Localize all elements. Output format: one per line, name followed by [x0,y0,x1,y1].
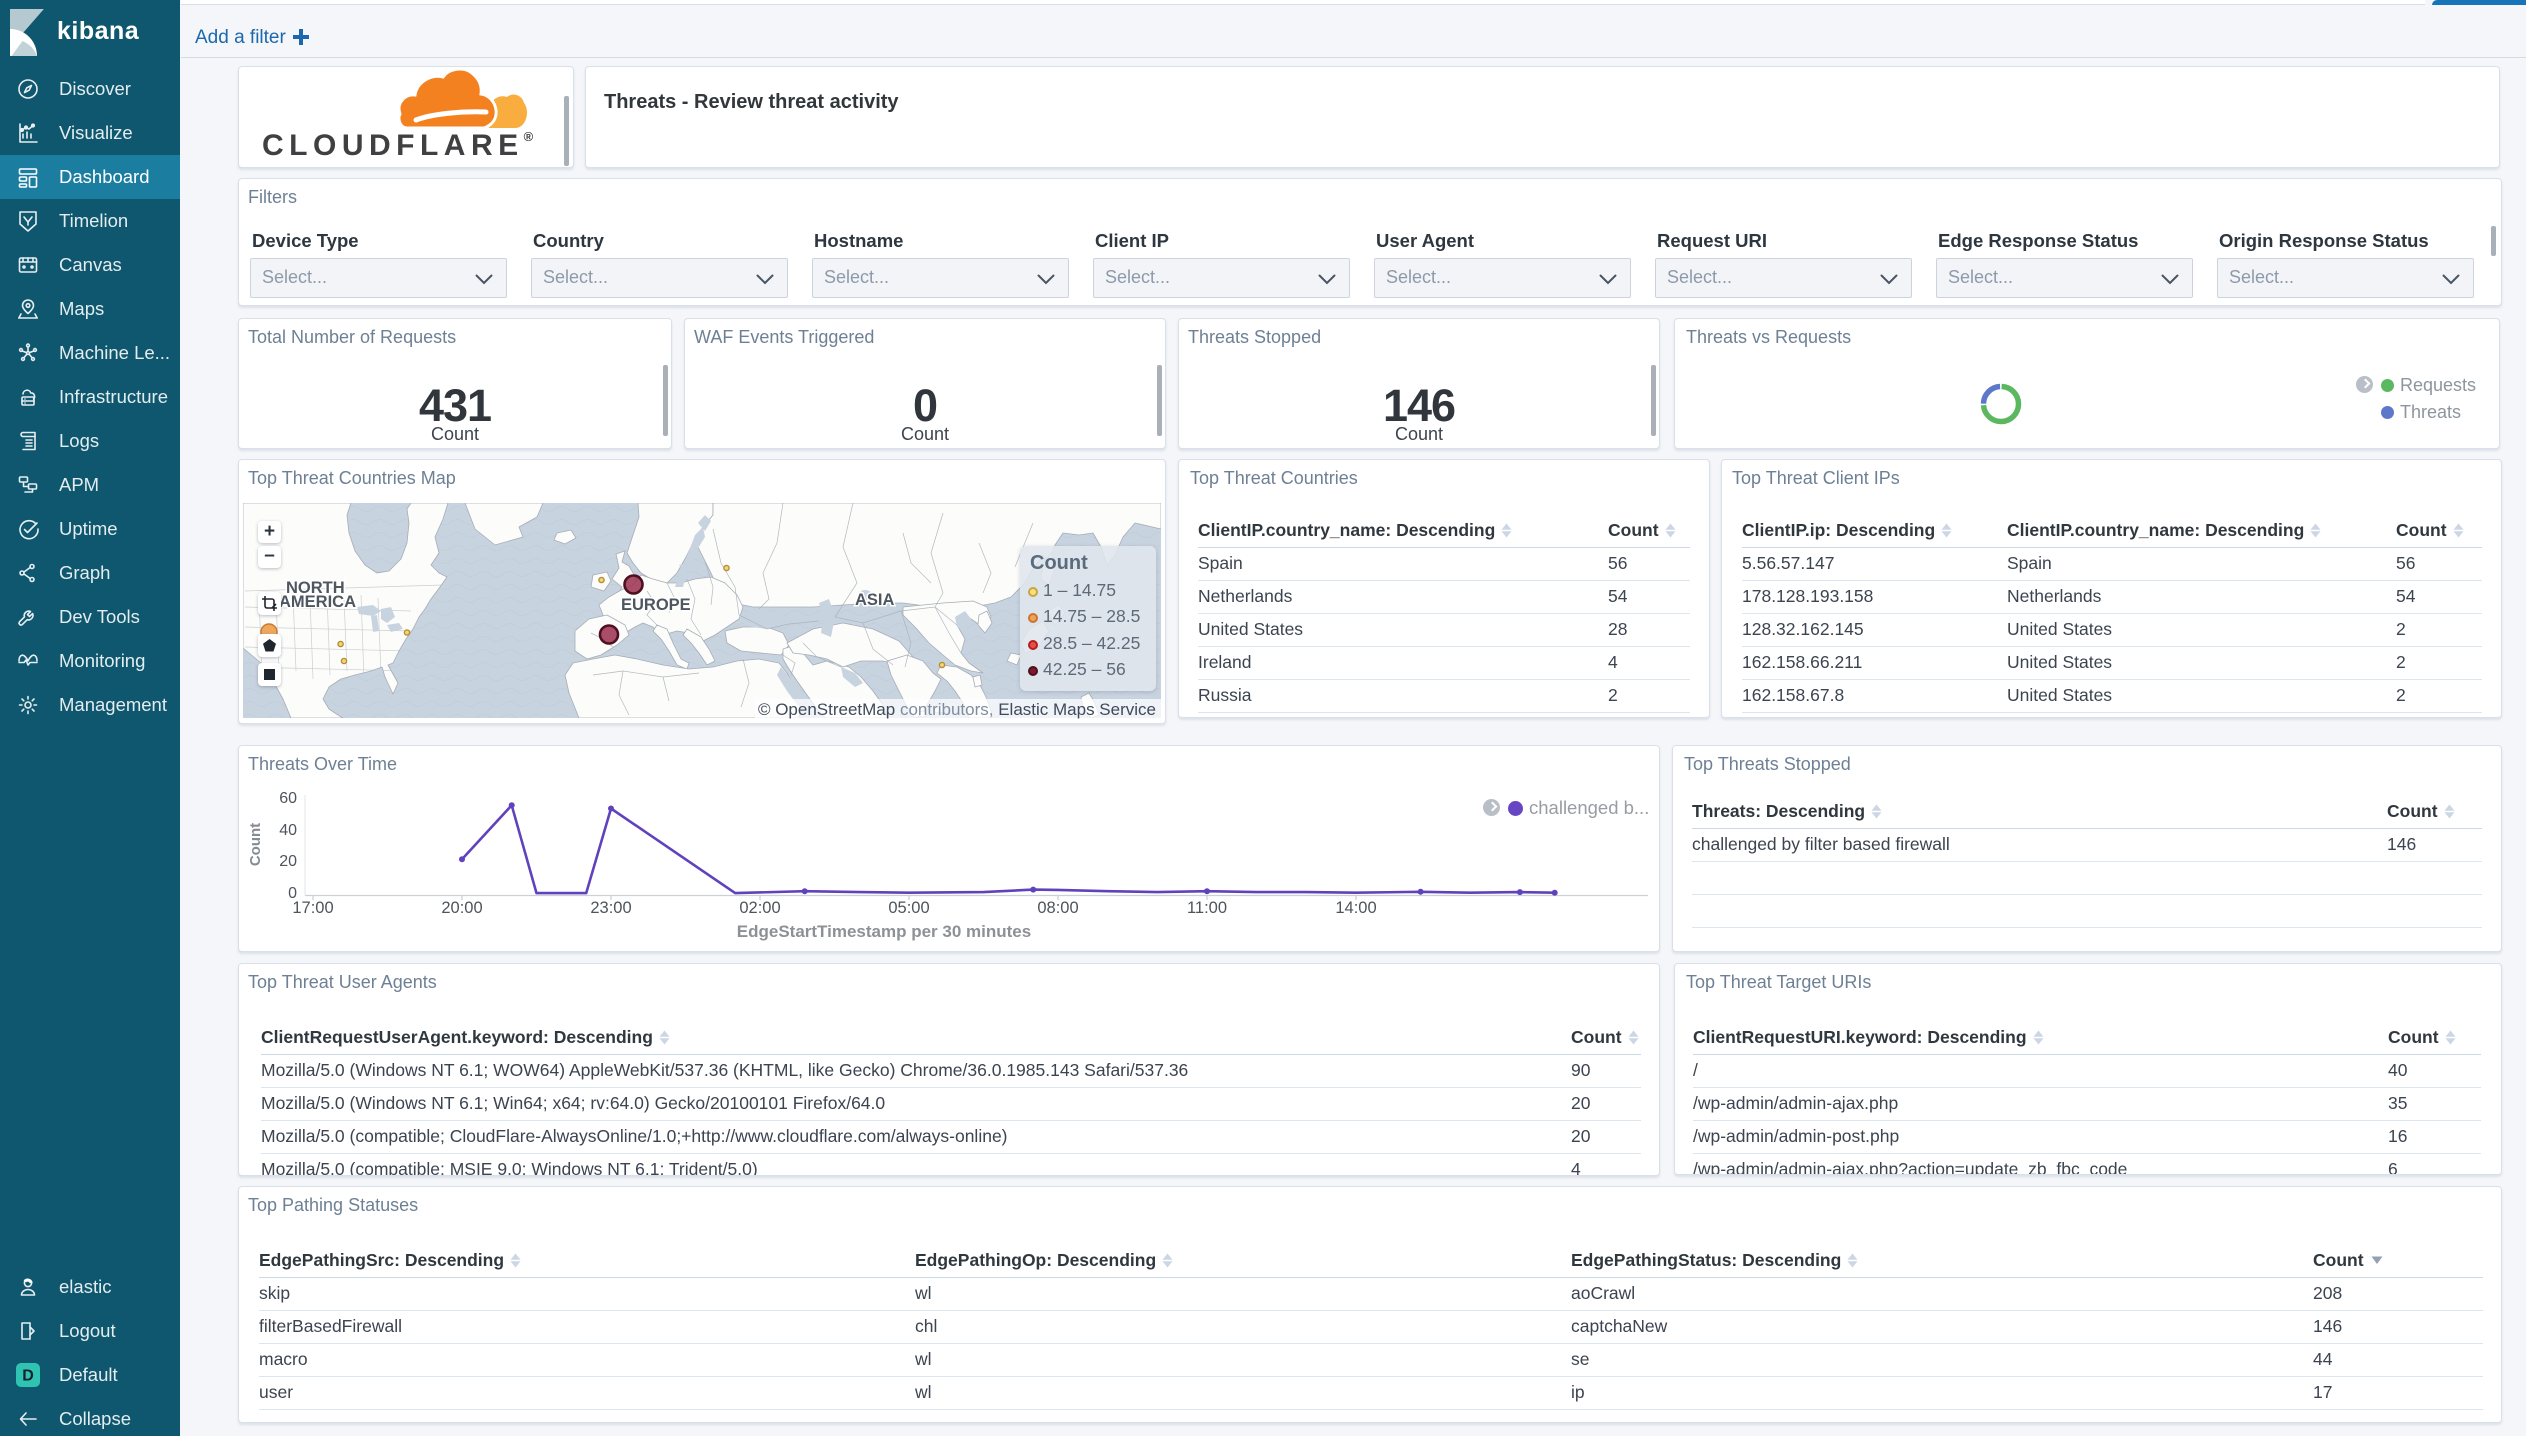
svg-text:EUROPE: EUROPE [621,596,691,614]
svg-text:ASIA: ASIA [855,591,895,609]
svg-text:D: D [22,1368,34,1385]
svg-text:AMERICA: AMERICA [279,593,356,611]
